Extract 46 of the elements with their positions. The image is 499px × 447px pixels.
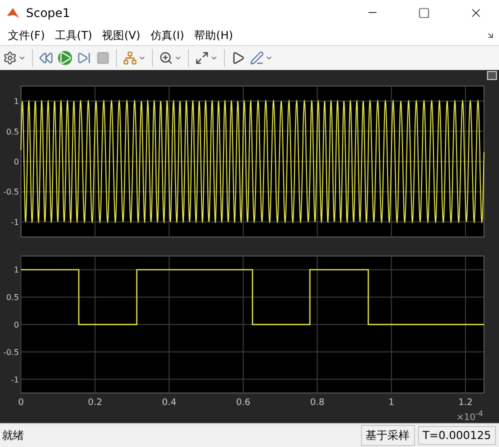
axis-tick-label: 0	[18, 398, 24, 408]
axis-tick-label: -1	[11, 375, 19, 384]
caret-icon	[18, 54, 26, 62]
pen-icon	[250, 51, 264, 65]
axis-scale-label: ×10$^{-4}$	[456, 409, 483, 423]
stop-icon	[96, 51, 110, 65]
expand-arrows-icon	[195, 51, 209, 65]
axis-tick-label: -0.5	[3, 348, 19, 357]
hierarchy-icon	[123, 51, 137, 65]
menu-item[interactable]: 仿真(I)	[146, 28, 188, 42]
pointer-icon	[231, 51, 245, 65]
axis-tick-label: 0.6	[236, 398, 250, 408]
window-title: Scope1	[26, 6, 72, 20]
axis-tick-label: 1	[388, 398, 394, 408]
play-icon	[58, 51, 72, 65]
status-time: T=0.000125	[418, 426, 496, 445]
settings-icon	[3, 51, 17, 65]
status-text: 就绪	[1, 428, 25, 443]
menu-item[interactable]: 工具(T)	[50, 28, 96, 42]
menu-item[interactable]: 视图(V)	[98, 28, 144, 42]
axis-tick-label: 1	[14, 266, 19, 275]
caret-icon	[174, 54, 182, 62]
menu-item[interactable]: 文件(F)	[4, 28, 49, 42]
undock-button[interactable]	[487, 71, 497, 80]
axis-tick-label: 1	[14, 97, 19, 106]
axis-tick-label: -1	[11, 218, 19, 227]
caret-icon	[265, 54, 273, 62]
app-logo-icon	[6, 6, 20, 20]
rewind-icon	[39, 51, 53, 65]
axis-tick-label: 0.5	[6, 293, 19, 302]
caret-icon	[210, 54, 218, 62]
caret-icon	[138, 54, 146, 62]
axis-tick-label: 0	[14, 158, 19, 166]
undock-arrow-icon[interactable]	[486, 30, 495, 40]
menu-item[interactable]: 帮助(H)	[190, 28, 238, 42]
axis-tick-label: 0.8	[310, 398, 324, 408]
axis-tick-label: 0.2	[88, 398, 102, 408]
axis-tick-label: 0	[14, 320, 19, 330]
axis-tick-label: -0.5	[3, 188, 19, 197]
status-mode: 基于采样	[360, 425, 415, 446]
step-forward-icon	[77, 51, 91, 65]
maximize-icon	[418, 6, 430, 18]
axis-tick-label: 0.5	[6, 127, 19, 136]
zoom-in-icon	[159, 51, 173, 65]
axis-tick-label: 1.2	[458, 398, 473, 408]
axis-tick-label: 0.4	[162, 398, 176, 408]
